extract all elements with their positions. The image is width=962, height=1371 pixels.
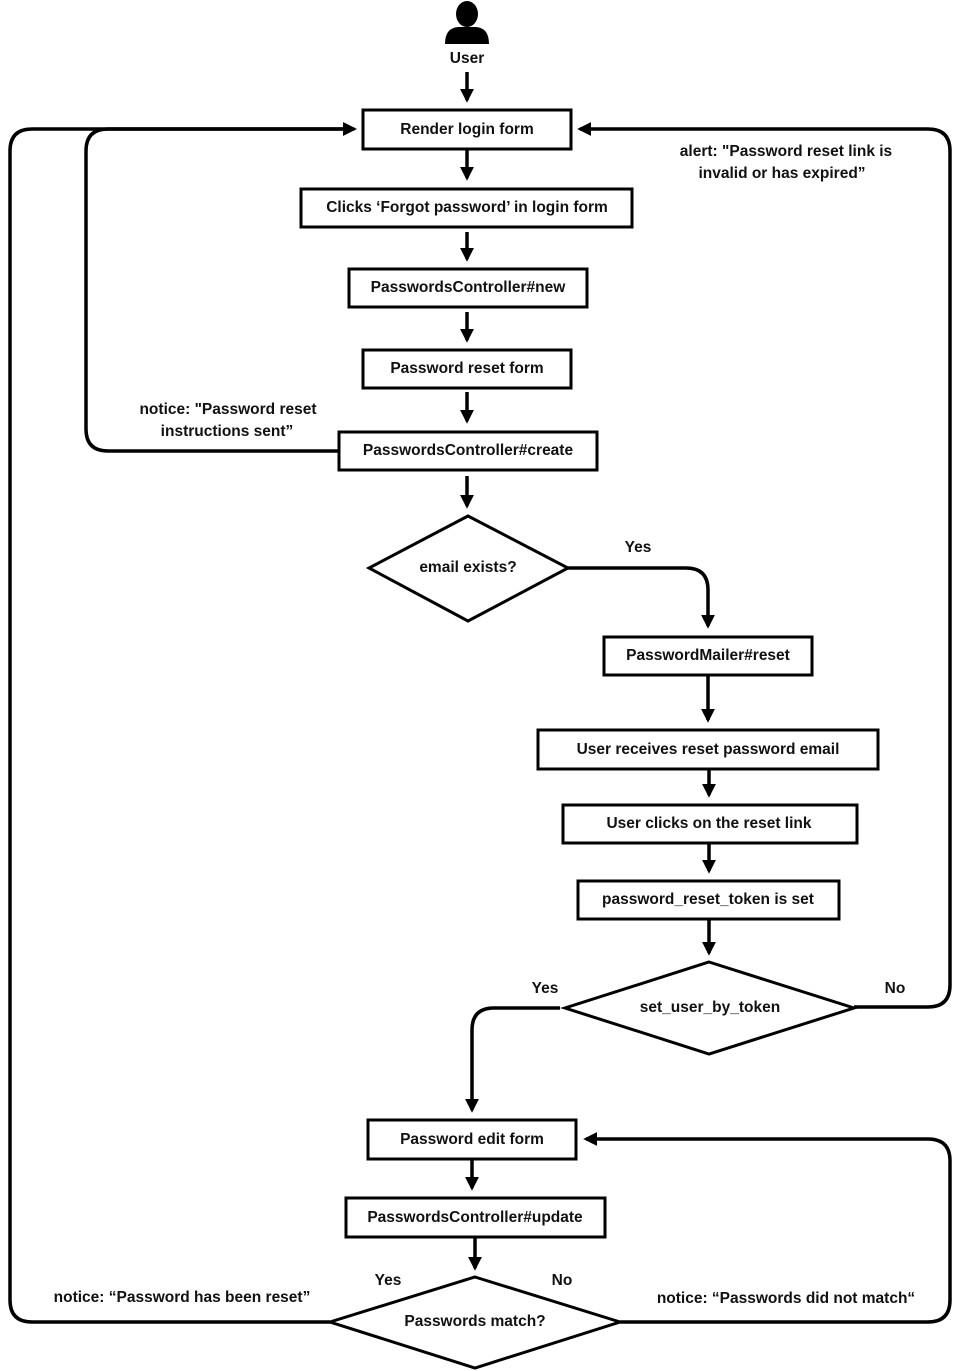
node-mailer-reset: PasswordMailer#reset (602, 635, 814, 677)
edge-email-yes (568, 566, 715, 629)
node-render-login: Render login form (361, 108, 573, 151)
edge-label-match-yes: Yes (375, 1272, 402, 1289)
node-reset-form-label: Password reset form (390, 360, 543, 377)
user-icon (445, 1, 489, 44)
edge-label-token-yes: Yes (532, 980, 559, 997)
annotation-notice-sent-line1: notice: "Password reset (139, 401, 316, 418)
annotation-notice-mismatch: notice: “Passwords did not match“ (657, 1290, 915, 1307)
node-receives-email-label: User receives reset password email (577, 741, 840, 758)
node-clicks-link-label: User clicks on the reset link (606, 815, 811, 832)
node-render-login-label: Render login form (400, 121, 533, 138)
edge-label-match-no: No (552, 1272, 573, 1289)
node-edit-form-label: Password edit form (400, 1131, 544, 1148)
node-pc-update: PasswordsController#update (344, 1196, 607, 1239)
node-mailer-reset-label: PasswordMailer#reset (626, 647, 790, 664)
edge-label-email-yes: Yes (625, 539, 652, 556)
node-pc-create: PasswordsController#create (337, 430, 599, 472)
node-reset-form: Password reset form (361, 348, 573, 390)
edge-label-token-no: No (885, 980, 906, 997)
node-pc-create-label: PasswordsController#create (363, 442, 574, 459)
node-edit-form: Password edit form (366, 1118, 578, 1161)
node-email-exists-label: email exists? (419, 559, 516, 576)
node-clicks-forgot-label: Clicks ‘Forgot password’ in login form (326, 199, 608, 216)
node-email-exists: email exists? (365, 514, 572, 623)
user-label: User (450, 50, 484, 67)
edge-setuser-yes (465, 1006, 560, 1113)
node-set-user-by-token-label: set_user_by_token (640, 999, 780, 1016)
annotation-notice-reset: notice: “Password has been reset” (54, 1289, 311, 1306)
node-set-user-by-token: set_user_by_token (560, 960, 859, 1056)
annotation-notice-sent-line2: instructions sent” (161, 423, 294, 440)
node-pc-update-label: PasswordsController#update (367, 1209, 583, 1226)
node-token-set-label: password_reset_token is set (602, 891, 814, 908)
node-pc-new-label: PasswordsController#new (371, 279, 567, 296)
node-token-set: password_reset_token is set (576, 879, 841, 921)
annotation-alert-line2: invalid or has expired” (698, 165, 865, 182)
edge-match-yes (8, 122, 357, 1324)
node-passwords-match: Passwords match? (324, 1275, 626, 1370)
node-receives-email: User receives reset password email (536, 728, 880, 771)
node-pc-new: PasswordsController#new (347, 267, 589, 309)
node-clicks-link: User clicks on the reset link (561, 803, 859, 845)
node-clicks-forgot: Clicks ‘Forgot password’ in login form (299, 187, 634, 229)
flowchart-canvas: User Render login form Clicks ‘Forgot pa… (8, 1, 952, 1370)
annotation-alert-line1: alert: "Password reset link is (680, 143, 892, 160)
node-passwords-match-label: Passwords match? (404, 1313, 545, 1330)
